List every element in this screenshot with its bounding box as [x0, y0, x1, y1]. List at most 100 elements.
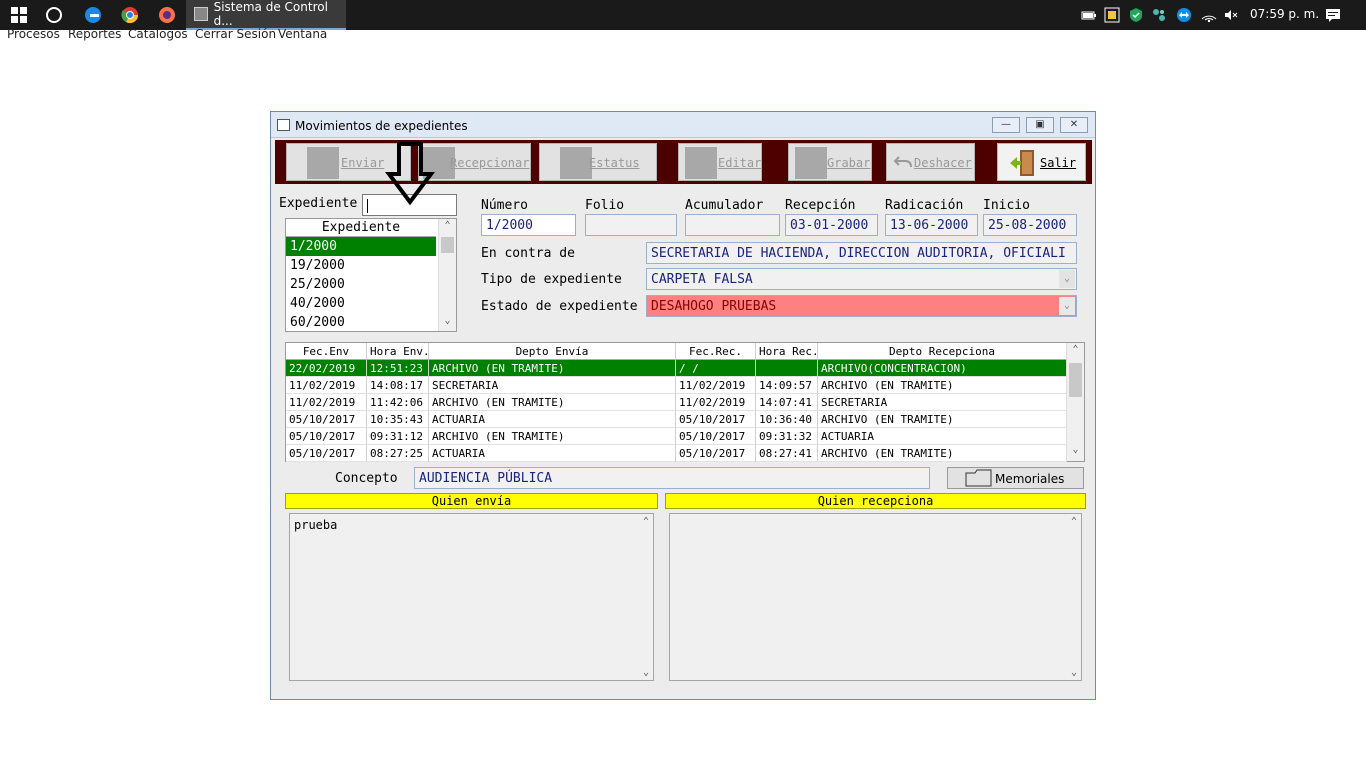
- scroll-down-icon[interactable]: ⌄: [643, 667, 649, 678]
- list-item[interactable]: 1/2000: [286, 237, 436, 256]
- notifications-icon[interactable]: [1325, 7, 1341, 23]
- scroll-up-icon[interactable]: ⌃: [1071, 516, 1077, 527]
- movimientos-grid[interactable]: Fec.Env Hora Env. Depto Envía Fec.Rec. H…: [285, 342, 1085, 462]
- concepto-field[interactable]: AUDIENCIA PÚBLICA: [414, 467, 930, 489]
- scroll-down-icon[interactable]: ⌄: [439, 315, 456, 331]
- wifi-icon[interactable]: [1201, 7, 1217, 23]
- col-depto-recepciona[interactable]: Depto Recepciona: [818, 343, 1067, 360]
- estado-expediente-label: Estado de expediente: [481, 299, 638, 314]
- scroll-up-icon[interactable]: ⌃: [439, 220, 456, 236]
- col-hora-env[interactable]: Hora Env.: [367, 343, 429, 360]
- expediente-list-header: Expediente: [286, 219, 436, 237]
- grabar-button[interactable]: Grabar: [788, 143, 872, 181]
- enviar-label: Enviar: [341, 156, 385, 170]
- scroll-thumb[interactable]: [1069, 363, 1082, 397]
- notes-app-icon[interactable]: [1104, 7, 1120, 23]
- col-hora-rec[interactable]: Hora Rec.: [756, 343, 818, 360]
- tipo-expediente-select[interactable]: CARPETA FALSA ⌄: [646, 268, 1077, 290]
- list-item[interactable]: 40/2000: [286, 294, 436, 313]
- recepcionar-label: Recepcionar: [450, 156, 530, 170]
- clock[interactable]: 07:59 p. m.: [1250, 7, 1319, 21]
- table-cell: 05/10/2017: [286, 428, 367, 445]
- recepcion-field[interactable]: 03-01-2000: [785, 214, 878, 236]
- menu-catalogos[interactable]: Catálogos: [128, 27, 188, 41]
- en-contra-label: En contra de: [481, 246, 575, 261]
- scroll-down-icon[interactable]: ⌄: [1067, 444, 1084, 460]
- col-fec-env[interactable]: Fec.Env: [286, 343, 367, 360]
- network-app-icon[interactable]: [1151, 7, 1167, 23]
- expediente-list[interactable]: Expediente 1/2000 19/2000 25/2000 40/200…: [285, 218, 457, 332]
- quien-recepciona-textarea[interactable]: ⌃ ⌄: [669, 513, 1082, 681]
- recepcion-label: Recepción: [785, 198, 856, 213]
- table-cell: SECRETARIA: [818, 394, 1067, 411]
- chevron-down-icon[interactable]: ⌄: [1059, 297, 1075, 315]
- volume-muted-icon[interactable]: [1223, 7, 1239, 23]
- menu-procesos[interactable]: Procesos: [7, 27, 60, 41]
- table-cell: ARCHIVO (EN TRAMITE): [818, 411, 1067, 428]
- estado-expediente-select[interactable]: DESAHOGO PRUEBAS ⌄: [646, 295, 1077, 317]
- taskbar-app-sistema[interactable]: Sistema de Control d...: [186, 0, 346, 30]
- en-contra-field[interactable]: SECRETARIA DE HACIENDA, DIRECCION AUDITO…: [646, 242, 1077, 264]
- scroll-up-icon[interactable]: ⌃: [1067, 344, 1084, 360]
- numero-field[interactable]: 1/2000: [481, 214, 576, 236]
- list-item[interactable]: 19/2000: [286, 256, 436, 275]
- grid-scrollbar[interactable]: ⌃ ⌄: [1066, 343, 1084, 461]
- folio-field[interactable]: [585, 214, 677, 236]
- table-cell: ARCHIVO (EN TRAMITE): [818, 445, 1067, 462]
- scroll-up-icon[interactable]: ⌃: [643, 516, 649, 527]
- table-cell: 05/10/2017: [286, 445, 367, 462]
- table-row[interactable]: 11/02/2019 14:08:17 SECRETARIA 11/02/2019 14…: [286, 377, 1067, 394]
- maximize-button[interactable]: ▣: [1026, 117, 1054, 133]
- menu-cerrar-sesion[interactable]: Cerrar Sesión: [195, 27, 276, 41]
- minimize-button[interactable]: —: [992, 117, 1020, 133]
- table-row[interactable]: 11/02/2019 11:42:06 ARCHIVO (EN TRAMITE) 11…: [286, 394, 1067, 411]
- radicacion-field[interactable]: 13-06-2000: [885, 214, 978, 236]
- table-cell: ARCHIVO(CONCENTRACION): [818, 360, 1067, 377]
- table-cell: 22/02/2019: [286, 360, 367, 377]
- table-row[interactable]: 05/10/2017 09:31:12 ARCHIVO (EN TRAMITE) 05…: [286, 428, 1067, 445]
- salir-button[interactable]: Salir: [997, 143, 1086, 181]
- shield-icon[interactable]: [1128, 7, 1144, 23]
- deshacer-label: Deshacer: [914, 156, 972, 170]
- edge-browser-icon[interactable]: [82, 4, 104, 26]
- editar-label: Editar: [718, 156, 762, 170]
- window-icon: [277, 119, 290, 131]
- windows-start-icon[interactable]: [8, 4, 30, 26]
- chrome-browser-icon[interactable]: [119, 4, 141, 26]
- expediente-list-scrollbar[interactable]: ⌃ ⌄: [438, 219, 456, 331]
- battery-icon[interactable]: [1081, 7, 1097, 23]
- text-cursor: [367, 198, 368, 213]
- undo-icon: [893, 156, 912, 168]
- quien-envia-header: Quien envía: [285, 493, 658, 509]
- deshacer-button[interactable]: Deshacer: [886, 143, 975, 181]
- editar-button[interactable]: Editar: [678, 143, 762, 181]
- table-cell: 11:42:06: [367, 394, 429, 411]
- col-fec-rec[interactable]: Fec.Rec.: [676, 343, 756, 360]
- chevron-down-icon[interactable]: ⌄: [1059, 270, 1075, 288]
- menu-reportes[interactable]: Reportes: [68, 27, 121, 41]
- table-row[interactable]: 22/02/2019 12:51:23 ARCHIVO (EN TRAMITE) / …: [286, 360, 1067, 377]
- inicio-field[interactable]: 25-08-2000: [983, 214, 1077, 236]
- taskbar: Sistema de Control d... 07:59 p. m.: [0, 0, 1366, 30]
- table-cell: 05/10/2017: [676, 445, 756, 462]
- quien-recepciona-header: Quien recepciona: [665, 493, 1086, 509]
- estatus-button[interactable]: Estatus: [539, 143, 657, 181]
- firefox-browser-icon[interactable]: [156, 4, 178, 26]
- table-row[interactable]: 05/10/2017 10:35:43 ACTUARIA 05/10/2017 10:3…: [286, 411, 1067, 428]
- memoriales-button[interactable]: Memoriales: [947, 467, 1084, 489]
- scroll-down-icon[interactable]: ⌄: [1071, 667, 1077, 678]
- window-titlebar[interactable]: Movimientos de expedientes — ▣ ✕: [271, 112, 1095, 138]
- close-button[interactable]: ✕: [1060, 117, 1088, 133]
- col-depto-envia[interactable]: Depto Envía: [429, 343, 676, 360]
- quien-envia-textarea[interactable]: prueba ⌃ ⌄: [289, 513, 654, 681]
- menu-ventana[interactable]: Ventana: [278, 27, 327, 41]
- teamviewer-icon[interactable]: [1176, 7, 1192, 23]
- acumulador-field[interactable]: [685, 214, 780, 236]
- table-row[interactable]: 05/10/2017 08:27:25 ACTUARIA 05/10/2017 08:2…: [286, 445, 1067, 462]
- cortana-search-icon[interactable]: [43, 4, 65, 26]
- scroll-thumb[interactable]: [441, 237, 454, 253]
- table-cell: 05/10/2017: [286, 411, 367, 428]
- list-item[interactable]: 60/2000: [286, 313, 436, 332]
- menu-bar: Procesos Reportes Catálogos Cerrar Sesió…: [0, 27, 1366, 41]
- list-item[interactable]: 25/2000: [286, 275, 436, 294]
